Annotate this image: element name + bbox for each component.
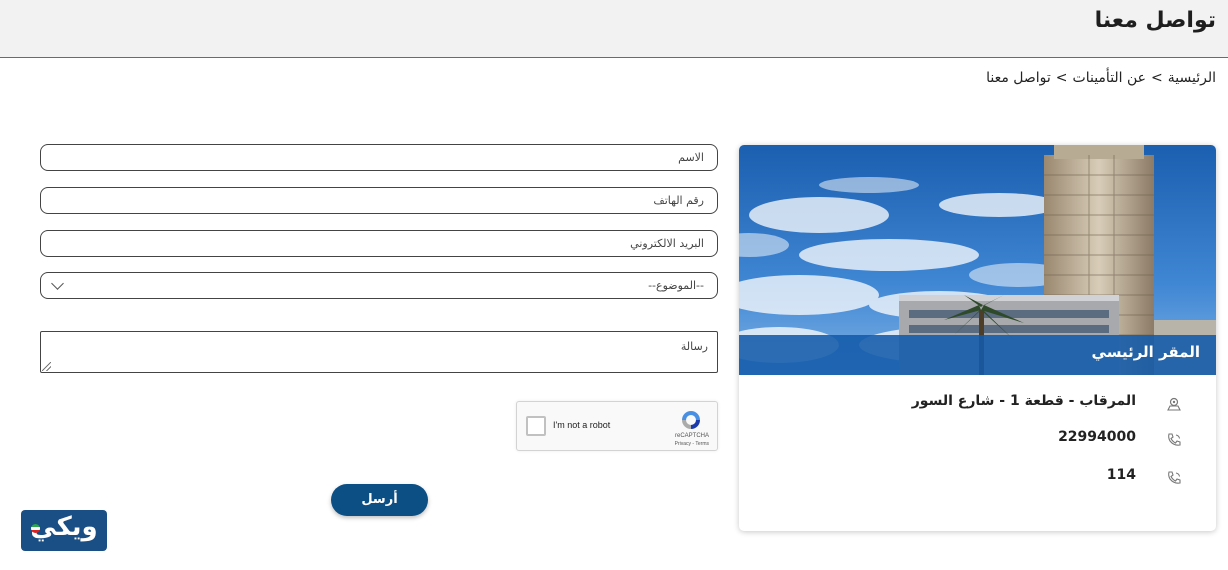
recaptcha-brand: reCAPTCHA xyxy=(674,433,709,439)
hotline-row: 114 xyxy=(739,467,1216,489)
recaptcha-checkbox[interactable] xyxy=(526,416,546,436)
recaptcha-logo-icon xyxy=(682,411,700,429)
page-title: تواصل معنا xyxy=(1094,8,1216,33)
recaptcha-label: I'm not a robot xyxy=(553,420,611,430)
header-bar: تواصل معنا xyxy=(0,0,1228,58)
recaptcha-privacy-terms[interactable]: Privacy - Terms xyxy=(675,441,709,447)
subject-select[interactable]: --الموضوع-- xyxy=(40,272,718,299)
send-button[interactable]: أرسل xyxy=(331,484,428,516)
email-placeholder: البريد الالكتروني xyxy=(630,237,704,250)
office-hotline[interactable]: 114 xyxy=(1107,467,1136,483)
breadcrumb-home-link[interactable]: الرئيسية xyxy=(1168,70,1216,86)
subject-selected-value: --الموضوع-- xyxy=(648,279,704,292)
breadcrumb-about-link[interactable]: عن التأمينات xyxy=(1073,70,1147,86)
name-placeholder: الاسم xyxy=(678,151,704,164)
chevron-down-icon xyxy=(51,277,64,290)
name-input[interactable]: الاسم xyxy=(40,144,718,171)
phone-input[interactable]: رقم الهاتف xyxy=(40,187,718,214)
breadcrumb-separator: > xyxy=(1151,70,1163,86)
flag-dot-icon xyxy=(31,524,40,533)
wiki-watermark-logo: ويكي xyxy=(21,510,107,551)
resize-handle[interactable] xyxy=(42,362,51,371)
head-office-card: المقر الرئيسي المرقاب - قطعة 1 - شارع ال… xyxy=(739,145,1216,531)
breadcrumb-separator: > xyxy=(1055,70,1068,86)
office-phone[interactable]: 22994000 xyxy=(1058,429,1136,445)
head-office-title: المقر الرئيسي xyxy=(1091,343,1200,361)
message-placeholder: رسالة xyxy=(680,340,708,353)
message-textarea[interactable]: رسالة xyxy=(40,331,718,373)
breadcrumb-current: تواصل معنا xyxy=(986,70,1051,86)
recaptcha-widget: I'm not a robot reCAPTCHA Privacy - Term… xyxy=(516,401,718,451)
address-row: المرقاب - قطعة 1 - شارع السور xyxy=(739,393,1216,415)
email-input[interactable]: البريد الالكتروني xyxy=(40,230,718,257)
map-pin-icon xyxy=(1167,397,1181,411)
office-address: المرقاب - قطعة 1 - شارع السور xyxy=(911,393,1136,409)
card-caption-bar: المقر الرئيسي xyxy=(739,335,1216,375)
phone-icon xyxy=(1168,433,1181,446)
breadcrumb: الرئيسية>عن التأمينات>تواصل معنا xyxy=(986,70,1216,86)
phone-row: 22994000 xyxy=(739,429,1216,451)
phone-placeholder: رقم الهاتف xyxy=(653,194,704,207)
phone-icon xyxy=(1168,471,1181,484)
